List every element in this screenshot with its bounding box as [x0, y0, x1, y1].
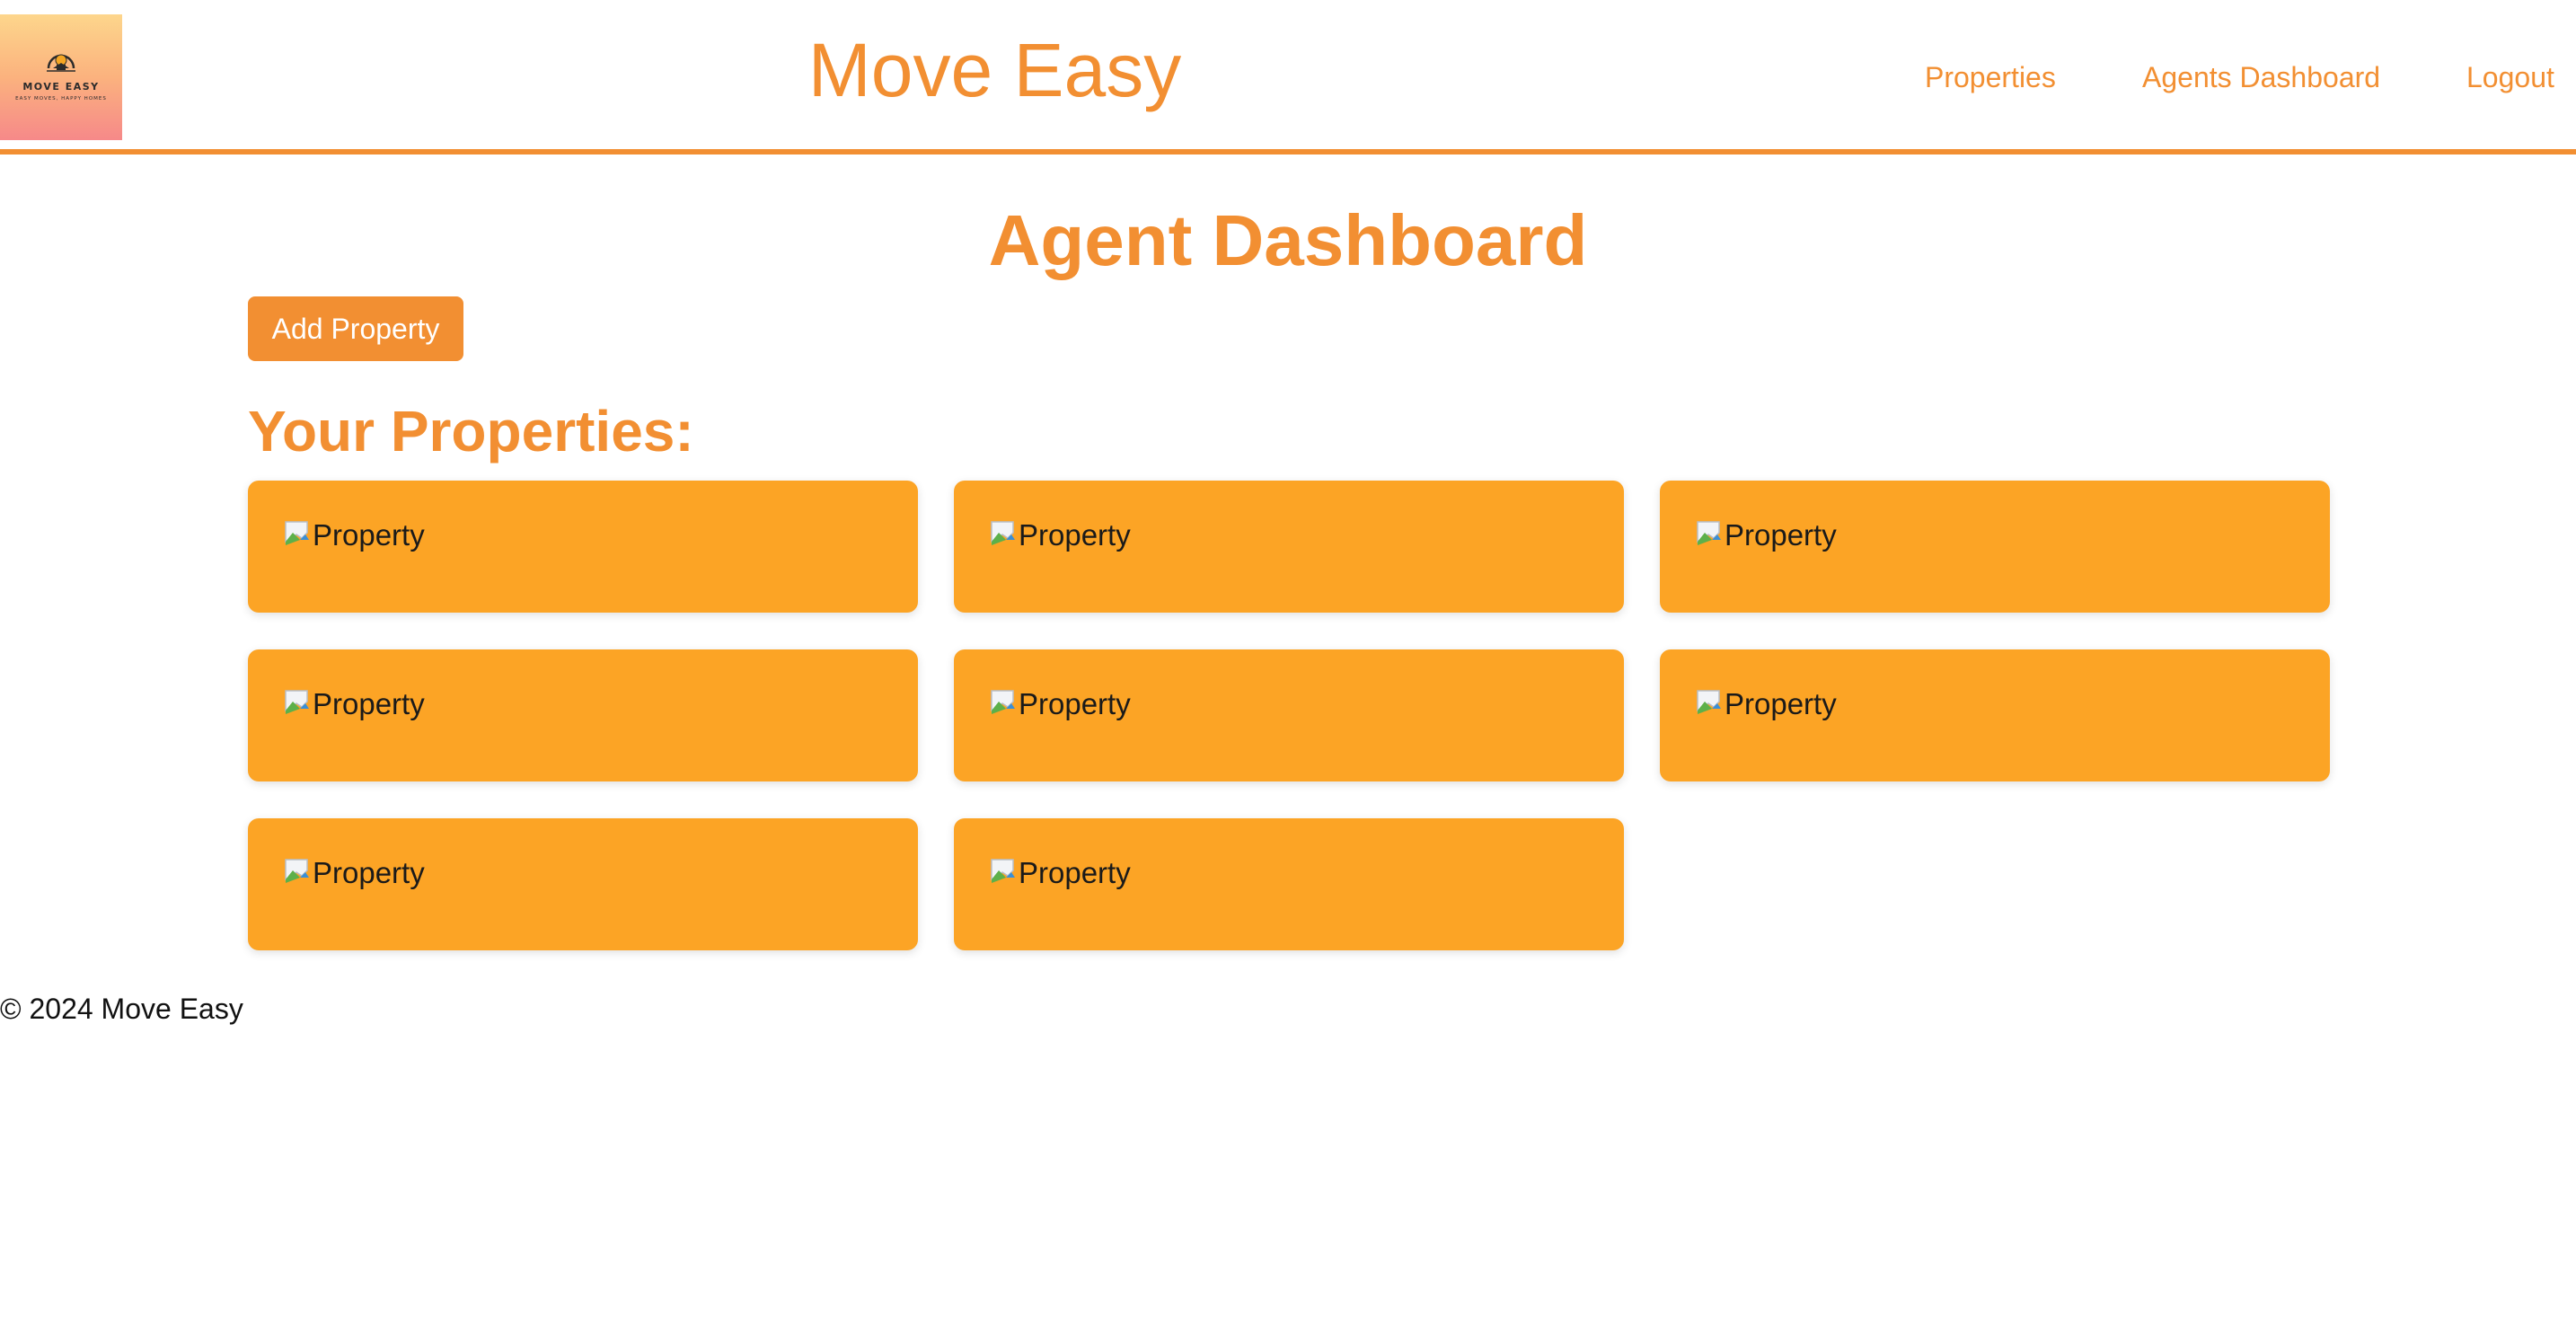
broken-image-icon [991, 521, 1015, 545]
site-header: MOVE EASY EASY MOVES, HAPPY HOMES Move E… [0, 0, 2576, 155]
logo-tagline: EASY MOVES, HAPPY HOMES [15, 96, 107, 102]
property-card[interactable]: Property [954, 649, 1624, 781]
page-title: Agent Dashboard [988, 200, 1588, 280]
property-image[interactable]: Property [990, 686, 1624, 722]
property-grid: Property Property Property Property Prop… [248, 481, 2332, 950]
broken-image-icon [1697, 521, 1721, 545]
nav-link-logout[interactable]: Logout [2466, 59, 2554, 95]
property-image-alt: Property [1725, 687, 1837, 720]
property-image-alt: Property [1019, 518, 1131, 552]
property-image[interactable]: Property [284, 855, 918, 891]
site-footer: © 2024 Move Easy [0, 993, 243, 1025]
property-card[interactable]: Property [248, 649, 918, 781]
logo[interactable]: MOVE EASY EASY MOVES, HAPPY HOMES [0, 14, 122, 140]
broken-image-icon [285, 859, 309, 883]
broken-image-icon [285, 521, 309, 545]
section-heading: Your Properties: [248, 399, 694, 464]
property-image-alt: Property [1019, 856, 1131, 889]
property-image[interactable]: Property [990, 855, 1624, 891]
property-image[interactable]: Property [1696, 517, 2330, 553]
broken-image-icon [1697, 690, 1721, 714]
nav-link-agents-dashboard[interactable]: Agents Dashboard [2142, 59, 2380, 95]
property-card[interactable]: Property [1660, 481, 2330, 613]
property-card[interactable]: Property [248, 481, 918, 613]
site-title: Move Easy [807, 28, 1182, 112]
property-card[interactable]: Property [1660, 649, 2330, 781]
property-image[interactable]: Property [284, 517, 918, 553]
broken-image-icon [991, 690, 1015, 714]
broken-image-icon [285, 690, 309, 714]
broken-image-icon [991, 859, 1015, 883]
property-image[interactable]: Property [284, 686, 918, 722]
property-image-alt: Property [313, 518, 425, 552]
property-card[interactable]: Property [248, 818, 918, 950]
property-image-alt: Property [1725, 518, 1837, 552]
property-card[interactable]: Property [954, 481, 1624, 613]
property-image-alt: Property [313, 687, 425, 720]
logo-name: MOVE EASY [22, 81, 100, 93]
add-property-button[interactable]: Add Property [248, 296, 463, 361]
property-image-alt: Property [313, 856, 425, 889]
nav-link-properties[interactable]: Properties [1925, 59, 2056, 95]
property-card[interactable]: Property [954, 818, 1624, 950]
property-image[interactable]: Property [990, 517, 1624, 553]
sun-house-logo-icon [47, 54, 75, 72]
property-image[interactable]: Property [1696, 686, 2330, 722]
property-image-alt: Property [1019, 687, 1131, 720]
